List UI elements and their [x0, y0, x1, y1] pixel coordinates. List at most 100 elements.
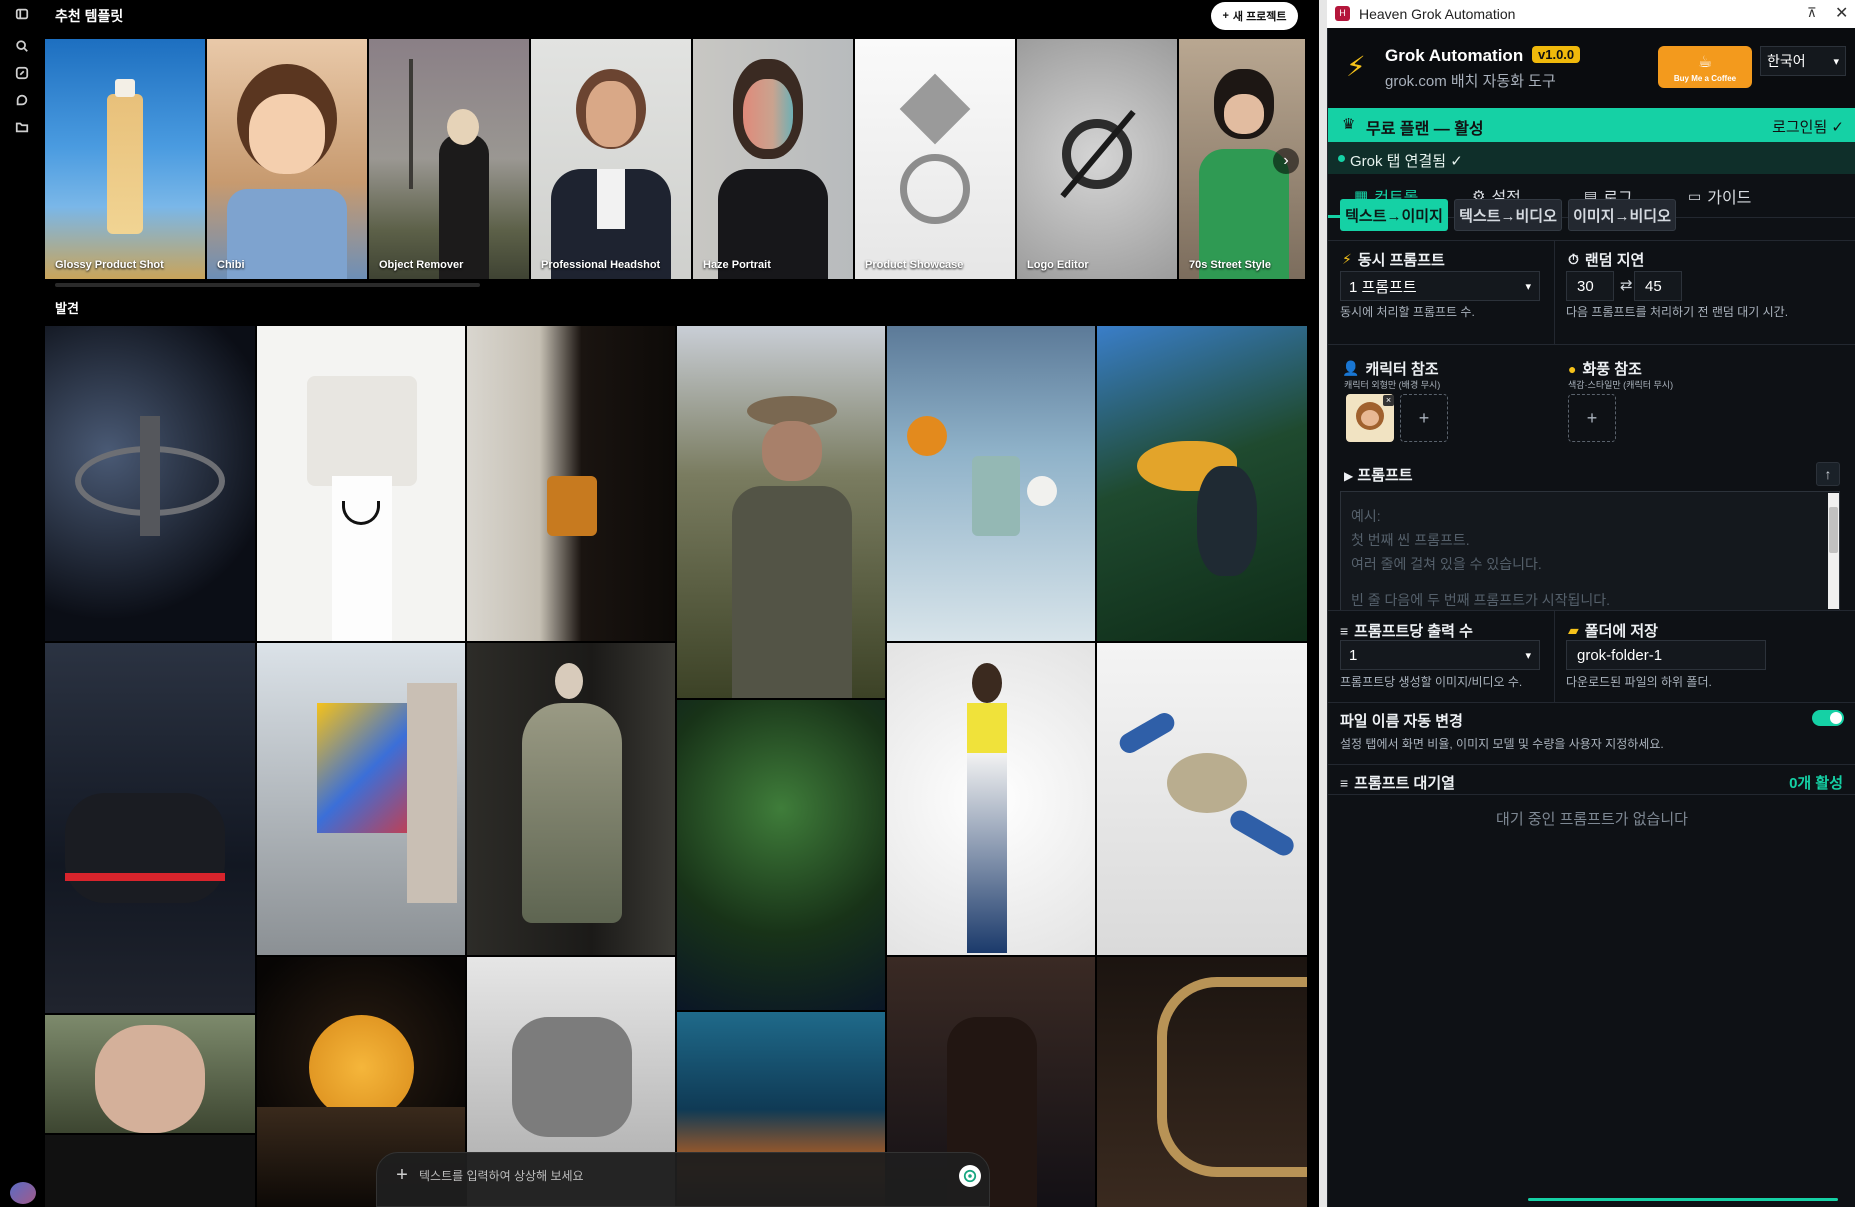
pin-icon[interactable]: ⊼ [1807, 5, 1821, 21]
prompt-section-toggle[interactable]: ▶ 프롬프트 [1344, 464, 1413, 485]
template-label: Glossy Product Shot [55, 259, 164, 271]
folder-icon[interactable] [12, 117, 32, 137]
extension-title: Grok Automation [1385, 46, 1524, 65]
prompt-placeholder-line: 예시: [1351, 508, 1381, 524]
prompt-placeholder-line: 첫 번째 씬 프롬프트. [1351, 532, 1470, 548]
new-project-label: 새 프로젝트 [1232, 11, 1287, 23]
template-card[interactable]: Haze Portrait [693, 39, 853, 279]
char-ref-subtitle: 캐릭터 외형만 (배경 무시) [1344, 380, 1441, 390]
add-character-slot[interactable]: + [1400, 394, 1448, 442]
toggle-knob [1830, 712, 1842, 724]
discover-image[interactable] [1097, 643, 1307, 955]
template-card[interactable]: Product Showcase [855, 39, 1015, 279]
book-icon: ▭ [1688, 187, 1702, 204]
discover-image[interactable] [467, 326, 675, 641]
remove-image-icon[interactable]: × [1383, 395, 1394, 406]
discover-image[interactable] [45, 1015, 255, 1133]
discover-image[interactable] [257, 326, 465, 641]
divider [1328, 240, 1855, 241]
attach-plus-icon[interactable]: + [391, 1165, 413, 1187]
outputs-select[interactable]: 1 ▾ [1340, 640, 1540, 670]
buy-me-coffee-button[interactable]: ☕ Buy Me a Coffee [1658, 46, 1752, 88]
lightning-icon: ⚡ [1342, 251, 1352, 267]
prompt-textarea[interactable]: 예시: 첫 번째 씬 프롬프트. 여러 줄에 걸쳐 있을 수 있습니다. 빈 줄… [1340, 491, 1840, 611]
mode-text-to-image-button[interactable]: 텍스트→이미지 [1340, 199, 1448, 231]
screen: 추천 템플릿 + 새 프로젝트 Glossy Product Shot Chib… [0, 0, 1855, 1207]
template-label: Logo Editor [1027, 259, 1089, 271]
prompt-scrollbar[interactable] [1828, 493, 1839, 609]
template-label: 70s Street Style [1189, 259, 1271, 271]
discover-image[interactable] [677, 326, 885, 698]
plan-status-bar: ♛ 무료 플랜 — 활성 로그인됨 ✓ [1328, 108, 1855, 142]
connection-status-bar: Grok 탭 연결됨 ✓ [1328, 142, 1855, 174]
template-label: Haze Portrait [703, 259, 771, 271]
mode-text-to-video-button[interactable]: 텍스트→비디오 [1454, 199, 1562, 231]
carousel-next-button[interactable]: › [1273, 148, 1299, 174]
carousel-scrollbar[interactable] [55, 283, 480, 287]
divider [1328, 610, 1855, 611]
chevron-down-icon: ▾ [1525, 280, 1531, 293]
template-card[interactable]: Logo Editor [1017, 39, 1177, 279]
search-icon[interactable] [12, 36, 32, 56]
concurrent-value: 1 프롬프트 [1349, 278, 1417, 296]
new-project-button[interactable]: + 새 프로젝트 [1211, 2, 1298, 30]
voice-mode-icon[interactable] [959, 1165, 981, 1187]
discover-image[interactable] [887, 326, 1095, 641]
queue-title: ≡ 프롬프트 대기열 [1340, 772, 1455, 793]
template-card[interactable]: Glossy Product Shot [45, 39, 205, 279]
edit-icon[interactable] [12, 63, 32, 83]
mode-image-to-video-button[interactable]: 이미지→비디오 [1568, 199, 1676, 231]
grok-app: 추천 템플릿 + 새 프로젝트 Glossy Product Shot Chib… [0, 0, 1319, 1207]
delay-min-input[interactable]: 30 [1566, 271, 1614, 301]
progress-indicator [1528, 1198, 1838, 1201]
auto-rename-help: 설정 탭에서 화면 비율, 이미지 모델 및 수량을 사용자 지정하세요. [1340, 737, 1664, 751]
plus-icon: + [1586, 407, 1598, 428]
style-ref-title-text: 화풍 참조 [1582, 361, 1642, 378]
auto-rename-title: 파일 이름 자동 변경 [1340, 713, 1463, 730]
chevron-down-icon: ▾ [1525, 649, 1531, 662]
template-card[interactable]: Chibi [207, 39, 367, 279]
window-titlebar: H Heaven Grok Automation ⊼ ✕ [1327, 0, 1855, 28]
discover-image[interactable] [257, 643, 465, 955]
folder-input[interactable]: grok-folder-1 [1566, 640, 1766, 670]
discover-image[interactable] [1097, 326, 1307, 641]
add-style-slot[interactable]: + [1568, 394, 1616, 442]
discover-image[interactable] [45, 1135, 255, 1207]
discover-image[interactable] [677, 700, 885, 1010]
chat-icon[interactable] [12, 90, 32, 110]
delay-help: 다음 프롬프트를 처리하기 전 랜덤 대기 시간. [1566, 305, 1789, 319]
delay-max-input[interactable]: 45 [1634, 271, 1682, 301]
window-divider [1319, 0, 1327, 1207]
prompt-composer[interactable]: + [376, 1152, 990, 1207]
discover-image[interactable] [467, 643, 675, 955]
discover-image[interactable] [887, 643, 1095, 955]
delay-title-text: 랜덤 지연 [1584, 252, 1645, 269]
composer-input[interactable] [419, 1165, 889, 1187]
sidebar-toggle-icon[interactable] [12, 4, 32, 24]
plus-icon: + [1418, 407, 1430, 428]
discover-title: 발견 [55, 301, 79, 316]
connection-status: Grok 탭 연결됨 ✓ [1350, 153, 1463, 170]
arrow-up-icon: ↑ [1824, 466, 1832, 482]
avatar[interactable] [10, 1182, 36, 1204]
outputs-title-text: 프롬프트당 출력 수 [1354, 623, 1473, 640]
discover-image[interactable] [45, 643, 255, 1013]
folder-help: 다운로드된 파일의 하위 폴더. [1566, 675, 1712, 689]
login-status: 로그인됨 ✓ [1772, 119, 1844, 136]
discover-image[interactable] [45, 326, 255, 641]
tab-guide[interactable]: ▭ 가이드 [1688, 174, 1751, 218]
auto-rename-toggle[interactable] [1812, 710, 1844, 726]
prompt-placeholder-line: 여러 줄에 걸쳐 있을 수 있습니다. [1351, 556, 1542, 572]
list-icon: ≡ [1340, 774, 1349, 791]
caret-right-icon: ▶ [1344, 469, 1354, 483]
divider [1328, 794, 1855, 795]
prompt-title: 프롬프트 [1357, 467, 1413, 484]
close-icon[interactable]: ✕ [1835, 3, 1851, 22]
scroll-thumb[interactable] [1829, 507, 1838, 553]
upload-prompt-button[interactable]: ↑ [1816, 462, 1840, 486]
language-select[interactable]: 한국어 ▾ [1760, 46, 1846, 76]
concurrent-select[interactable]: 1 프롬프트 ▾ [1340, 271, 1540, 301]
template-card[interactable]: Object Remover [369, 39, 529, 279]
template-card[interactable]: Professional Headshot [531, 39, 691, 279]
discover-image[interactable] [1097, 957, 1307, 1207]
